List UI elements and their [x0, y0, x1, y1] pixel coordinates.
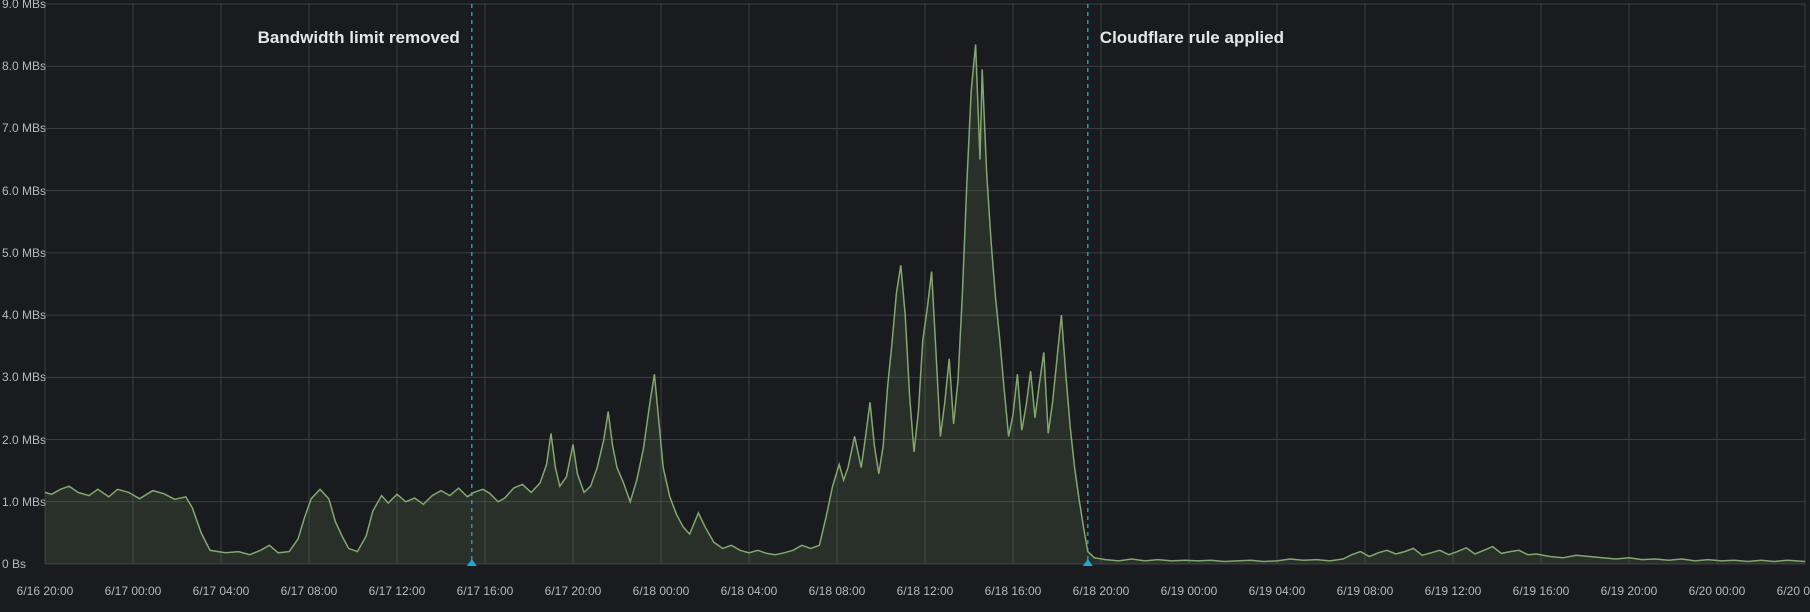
x-tick-label: 6/19 04:00: [1249, 584, 1306, 612]
y-tick-label: 1.0 MBs: [2, 495, 46, 509]
x-tick-label: 6/17 00:00: [105, 584, 162, 612]
x-tick-label: 6/16 20:00: [17, 584, 74, 612]
bandwidth-chart[interactable]: [0, 0, 1810, 612]
y-tick-label: 8.0 MBs: [2, 59, 46, 73]
y-tick-label: 5.0 MBs: [2, 246, 46, 260]
x-tick-label: 6/20 04:00: [1777, 584, 1810, 612]
y-tick-label: 7.0 MBs: [2, 121, 46, 135]
x-tick-label: 6/18 20:00: [1073, 584, 1130, 612]
x-tick-label: 6/19 12:00: [1425, 584, 1482, 612]
x-tick-label: 6/19 00:00: [1161, 584, 1218, 612]
y-tick-label: 0 Bs: [2, 557, 26, 571]
y-tick-label: 4.0 MBs: [2, 308, 46, 322]
x-tick-label: 6/19 16:00: [1513, 584, 1570, 612]
x-tick-label: 6/18 16:00: [985, 584, 1042, 612]
annotation-label: Cloudflare rule applied: [1100, 28, 1284, 48]
y-tick-label: 9.0 MBs: [2, 0, 46, 11]
x-tick-label: 6/18 00:00: [633, 584, 690, 612]
x-tick-label: 6/18 08:00: [809, 584, 866, 612]
x-tick-label: 6/20 00:00: [1689, 584, 1746, 612]
y-tick-label: 3.0 MBs: [2, 370, 46, 384]
y-tick-label: 2.0 MBs: [2, 433, 46, 447]
x-tick-label: 6/19 08:00: [1337, 584, 1394, 612]
x-tick-label: 6/17 20:00: [545, 584, 602, 612]
x-tick-label: 6/17 16:00: [457, 584, 514, 612]
x-tick-label: 6/19 20:00: [1601, 584, 1658, 612]
x-tick-label: 6/17 12:00: [369, 584, 426, 612]
y-tick-label: 6.0 MBs: [2, 184, 46, 198]
x-tick-label: 6/17 08:00: [281, 584, 338, 612]
x-tick-label: 6/18 04:00: [721, 584, 778, 612]
x-tick-label: 6/17 04:00: [193, 584, 250, 612]
x-tick-label: 6/18 12:00: [897, 584, 954, 612]
annotation-label: Bandwidth limit removed: [258, 28, 460, 48]
